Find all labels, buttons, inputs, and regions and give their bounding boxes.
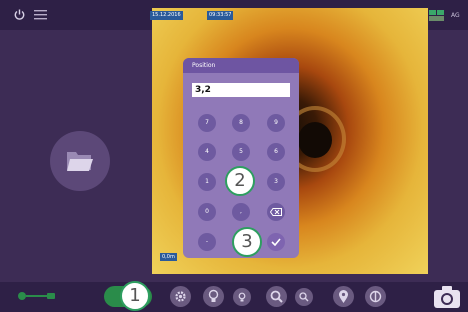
confirm-key[interactable] bbox=[267, 233, 285, 251]
folder-icon bbox=[67, 152, 93, 171]
split-view-button[interactable] bbox=[365, 286, 386, 307]
power-icon[interactable] bbox=[13, 8, 26, 21]
key-comma[interactable]: , bbox=[232, 203, 250, 221]
status-right-text: AG bbox=[451, 12, 460, 19]
menu-icon[interactable] bbox=[34, 9, 47, 20]
zoom-out-button[interactable] bbox=[295, 288, 313, 306]
depth-readout: 0,0m bbox=[160, 253, 177, 261]
key-4[interactable]: 4 bbox=[198, 143, 216, 161]
bulb-small-icon bbox=[238, 292, 246, 302]
zoom-in-icon bbox=[270, 290, 283, 303]
key-7[interactable]: 7 bbox=[198, 114, 216, 132]
key-9[interactable]: 9 bbox=[267, 114, 285, 132]
inspection-screen: 15.12.2016 09:33:57 0,0m AG Position 3,2… bbox=[0, 0, 468, 312]
capture-button[interactable] bbox=[432, 284, 462, 310]
pipe-opening bbox=[298, 122, 332, 158]
zoom-out-icon bbox=[299, 292, 309, 302]
connection-icon bbox=[18, 292, 55, 300]
position-button[interactable] bbox=[333, 286, 354, 307]
location-pin-icon bbox=[339, 290, 348, 303]
key-0[interactable]: 0 bbox=[198, 203, 216, 221]
backspace-key[interactable] bbox=[267, 203, 285, 221]
key-3[interactable]: 3 bbox=[267, 173, 285, 191]
folder-button[interactable] bbox=[50, 131, 110, 191]
bulb-icon bbox=[208, 289, 219, 302]
keypad-title: Position bbox=[183, 58, 299, 73]
light-up-button[interactable] bbox=[203, 286, 224, 307]
settings-button[interactable] bbox=[170, 286, 191, 307]
gear-icon bbox=[175, 291, 186, 302]
key-8[interactable]: 8 bbox=[232, 114, 250, 132]
key-1[interactable]: 1 bbox=[198, 173, 216, 191]
checkmark-icon bbox=[271, 238, 281, 246]
time-stamp: 09:33:57 bbox=[207, 11, 234, 20]
split-icon bbox=[369, 290, 382, 303]
callout-1: 1 bbox=[120, 281, 150, 311]
callout-2: 2 bbox=[225, 166, 255, 196]
key-5[interactable]: 5 bbox=[232, 143, 250, 161]
camera-icon bbox=[434, 286, 460, 308]
key-6[interactable]: 6 bbox=[267, 143, 285, 161]
callout-3: 3 bbox=[232, 227, 262, 257]
zoom-in-button[interactable] bbox=[266, 286, 287, 307]
backspace-icon bbox=[270, 208, 282, 216]
key-minus[interactable]: - bbox=[198, 233, 216, 251]
status-icon bbox=[429, 10, 444, 21]
date-stamp: 15.12.2016 bbox=[150, 11, 183, 20]
position-input[interactable]: 3,2 bbox=[192, 83, 290, 97]
light-down-button[interactable] bbox=[233, 288, 251, 306]
